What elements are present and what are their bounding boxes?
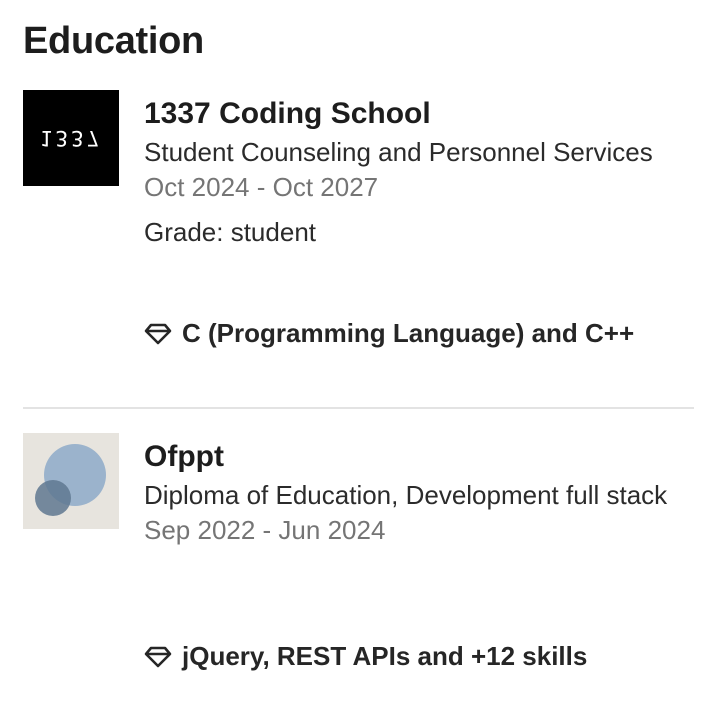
grade: Grade: student <box>144 217 316 247</box>
school-name[interactable]: 1337 Coding School <box>144 92 694 136</box>
diamond-icon <box>144 323 172 344</box>
school-logo-1337[interactable]: 1337 <box>23 90 119 186</box>
skills-link[interactable]: C (Programming Language) and C++ <box>144 318 634 349</box>
divider <box>23 407 694 409</box>
date-range: Oct 2024 - Oct 2027 <box>144 172 379 202</box>
skills-text: jQuery, REST APIs and +12 skills <box>182 641 588 671</box>
degree-field: Diploma of Education, Development full s… <box>144 480 668 510</box>
school-logo-ofppt[interactable] <box>23 433 119 529</box>
skills-link[interactable]: jQuery, REST APIs and +12 skills <box>144 641 587 672</box>
degree-field: Student Counseling and Personnel Service… <box>144 137 653 167</box>
ofppt-logo-graphic <box>35 444 106 516</box>
entry-info: Ofppt Diploma of Education, Development … <box>144 433 694 548</box>
school-name[interactable]: Ofppt <box>144 435 694 479</box>
date-range: Sep 2022 - Jun 2024 <box>144 515 386 545</box>
diamond-icon <box>144 646 172 667</box>
skills-text: C (Programming Language) and C++ <box>182 318 635 348</box>
entry-info: 1337 Coding School Student Counseling an… <box>144 90 694 250</box>
logo-text: 1337 <box>39 126 103 150</box>
section-title: Education <box>23 20 204 62</box>
